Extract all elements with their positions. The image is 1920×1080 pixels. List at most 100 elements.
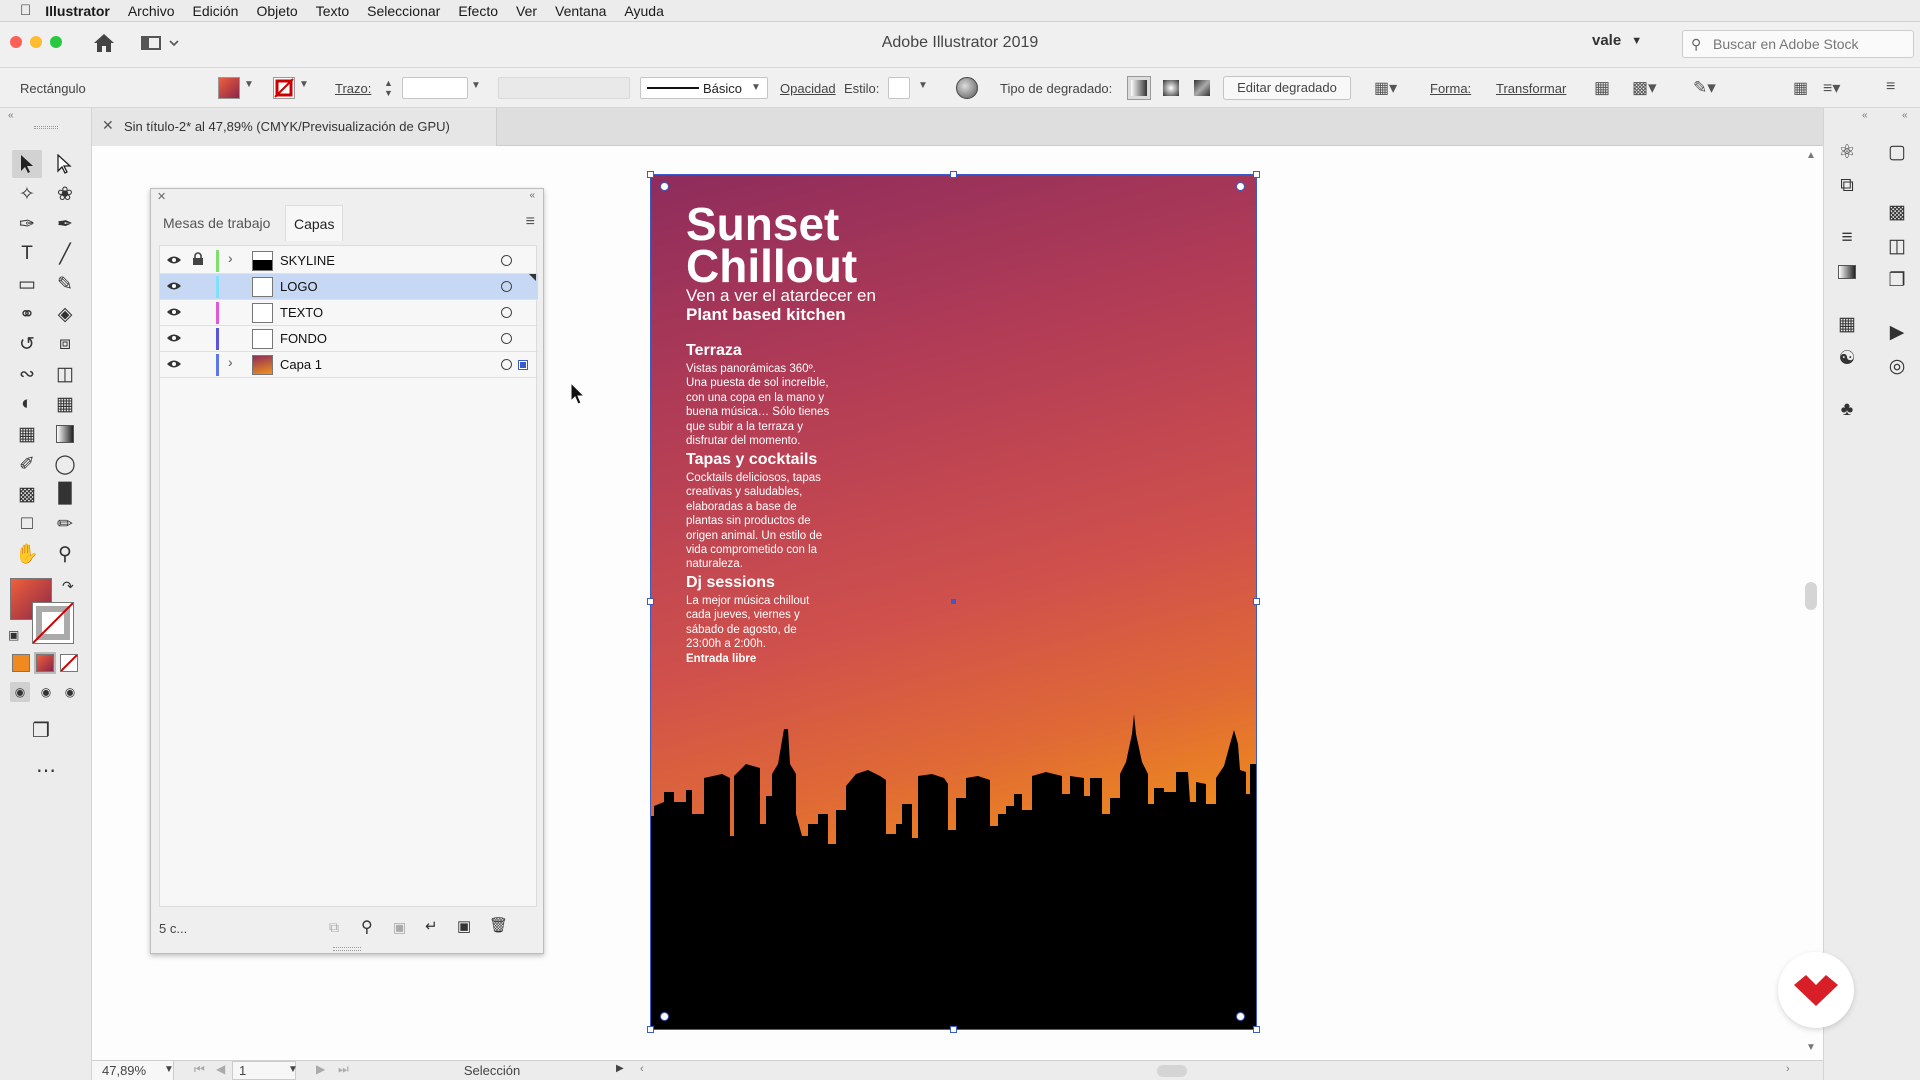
scroll-up-icon[interactable]: ▲ (1806, 150, 1816, 161)
brush-definition-field[interactable]: Básico ▼ (640, 77, 768, 99)
radial-gradient-button[interactable] (1159, 76, 1183, 100)
expand-arrow-icon[interactable]: › (228, 250, 233, 266)
resize-handle-sw[interactable] (647, 1026, 654, 1033)
vertical-scrollbar[interactable]: ▲ ▼ (1800, 146, 1822, 1060)
layer-row-fondo[interactable]: FONDO (160, 326, 538, 352)
align-panel-icon[interactable]: ◫ (1882, 232, 1912, 260)
scale-tool-icon[interactable]: ⧈ (50, 330, 80, 358)
stroke-panel-icon[interactable]: ≡ (1832, 224, 1862, 252)
magic-wand-tool-icon[interactable]: ✧ (12, 180, 42, 208)
visibility-eye-icon[interactable] (166, 253, 182, 267)
layer-row-skyline[interactable]: › SKYLINE (160, 248, 538, 274)
eraser-tool-icon[interactable]: ◈ (50, 300, 80, 328)
variable-width-profile[interactable] (498, 77, 630, 99)
type-tool-icon[interactable]: T (12, 240, 42, 268)
horizontal-scroll-thumb[interactable] (1157, 1065, 1187, 1077)
libraries-panel-icon[interactable]: ▢ (1882, 138, 1912, 166)
line-segment-tool-icon[interactable]: ╱ (50, 240, 80, 268)
last-artboard-icon[interactable]: ⏭ (338, 1062, 349, 1077)
collapse-column-icon[interactable]: « (1902, 110, 1908, 121)
menu-app-name[interactable]: Illustrator (45, 3, 110, 19)
align-options-icon[interactable]: ▦▾ (1374, 78, 1397, 98)
menu-objeto[interactable]: Objeto (256, 3, 297, 19)
menu-archivo[interactable]: Archivo (128, 3, 175, 19)
zoom-level-field[interactable]: 47,89% (92, 1061, 174, 1080)
free-transform-tool-icon[interactable]: ◫ (50, 360, 80, 388)
panel-options-icon[interactable]: ≡▾ (1823, 78, 1840, 98)
artboard-tool-icon[interactable]: □ (12, 510, 42, 538)
stroke-label[interactable]: Trazo: (335, 81, 371, 96)
shaper-tool-icon[interactable]: ⚭ (12, 300, 42, 328)
delete-layer-icon[interactable]: 🗑 (489, 916, 508, 934)
arrange-documents-icon[interactable]: ▦ (1793, 78, 1808, 98)
menu-texto[interactable]: Texto (316, 3, 349, 19)
graphic-style-swatch[interactable] (888, 77, 910, 99)
puppet-warp-icon[interactable]: ⚛ (1832, 138, 1862, 166)
stroke-dropdown-icon[interactable]: ▼ (299, 79, 309, 90)
pen-tool-icon[interactable]: ✑ (12, 210, 42, 238)
close-document-icon[interactable]: ✕ (102, 117, 114, 134)
freeform-gradient-button[interactable] (1190, 76, 1214, 100)
rectangle-tool-icon[interactable]: ▭ (12, 270, 42, 298)
menu-seleccionar[interactable]: Seleccionar (367, 3, 440, 19)
workspace-switcher[interactable]: vale ▼ (1592, 32, 1642, 49)
stroke-swatch-large[interactable] (32, 602, 74, 644)
layer-row-texto[interactable]: TEXTO (160, 300, 538, 326)
scroll-left-icon[interactable]: ‹ (640, 1063, 644, 1075)
collapse-panel-icon[interactable]: « (529, 190, 535, 201)
menu-ayuda[interactable]: Ayuda (624, 3, 663, 19)
scroll-down-icon[interactable]: ▼ (1806, 1042, 1816, 1053)
resize-handle-ne[interactable] (1253, 171, 1260, 178)
apple-icon[interactable]:  (20, 2, 31, 19)
rotate-tool-icon[interactable]: ↺ (12, 330, 42, 358)
tab-artboards[interactable]: Mesas de trabajo (155, 205, 278, 241)
stroke-weight-field[interactable] (402, 77, 468, 99)
slice-tool-icon[interactable]: ✏ (50, 510, 80, 538)
scroll-right-icon[interactable]: › (1786, 1063, 1790, 1075)
visibility-eye-icon[interactable] (166, 279, 182, 293)
blend-tool-icon[interactable]: ◯ (50, 450, 80, 478)
gradient-tool-icon[interactable] (50, 420, 80, 448)
corner-widget-se[interactable] (1236, 1012, 1245, 1021)
transform-panel-icon[interactable]: ▩ (1882, 198, 1912, 226)
linear-gradient-button[interactable] (1127, 76, 1151, 100)
lasso-tool-icon[interactable]: ❀ (50, 180, 80, 208)
draw-inside-icon[interactable]: ◉ (60, 682, 80, 702)
draw-normal-icon[interactable]: ◉ (10, 682, 30, 702)
stroke-weight-stepper[interactable]: ▲ ▼ (384, 78, 393, 98)
style-dropdown-icon[interactable]: ▼ (918, 80, 928, 91)
width-tool-icon[interactable]: ∾ (12, 360, 42, 388)
gradient-mode-button[interactable] (34, 652, 56, 674)
edit-gradient-button[interactable]: Editar degradado (1223, 76, 1351, 100)
transform-each-icon[interactable]: ▦ (1594, 78, 1610, 98)
panel-menu-icon[interactable]: ≡ (526, 213, 535, 231)
transform-label[interactable]: Transformar (1496, 81, 1566, 96)
panel-grip[interactable] (34, 126, 58, 129)
shape-builder-tool-icon[interactable]: ◐ (12, 390, 42, 418)
swap-fill-stroke-icon[interactable]: ↷ (62, 578, 74, 595)
zoom-dropdown-icon[interactable]: ▼ (164, 1064, 174, 1075)
opacity-label[interactable]: Opacidad (780, 81, 836, 96)
asset-export-icon[interactable]: ⧉ (1832, 172, 1862, 200)
target-icon[interactable] (501, 307, 512, 318)
paintbrush-tool-icon[interactable]: ✎ (50, 270, 80, 298)
layer-row-capa-1[interactable]: › Capa 1 (160, 352, 538, 378)
artboard-number-field[interactable]: 1 (232, 1061, 296, 1080)
gradient-panel-icon[interactable] (1832, 258, 1862, 286)
first-artboard-icon[interactable]: ⏮ (194, 1062, 205, 1077)
control-menu-icon[interactable]: ≡ (1886, 78, 1895, 96)
target-icon[interactable] (501, 255, 512, 266)
color-guide-icon[interactable]: ☯ (1832, 344, 1862, 372)
tab-layers[interactable]: Capas (285, 205, 344, 241)
screen-mode-icon[interactable]: ❐ (32, 718, 50, 743)
visibility-eye-icon[interactable] (166, 305, 182, 319)
target-icon[interactable] (501, 333, 512, 344)
previous-artboard-icon[interactable]: ◀ (216, 1062, 225, 1076)
resize-grip[interactable] (333, 947, 361, 951)
menu-edicion[interactable]: Edición (193, 3, 239, 19)
menu-efecto[interactable]: Efecto (458, 3, 498, 19)
resize-handle-nw[interactable] (647, 171, 654, 178)
resize-handle-e[interactable] (1253, 598, 1260, 605)
resize-handle-n[interactable] (950, 171, 957, 178)
pathfinder-panel-icon[interactable]: ❐ (1882, 266, 1912, 294)
